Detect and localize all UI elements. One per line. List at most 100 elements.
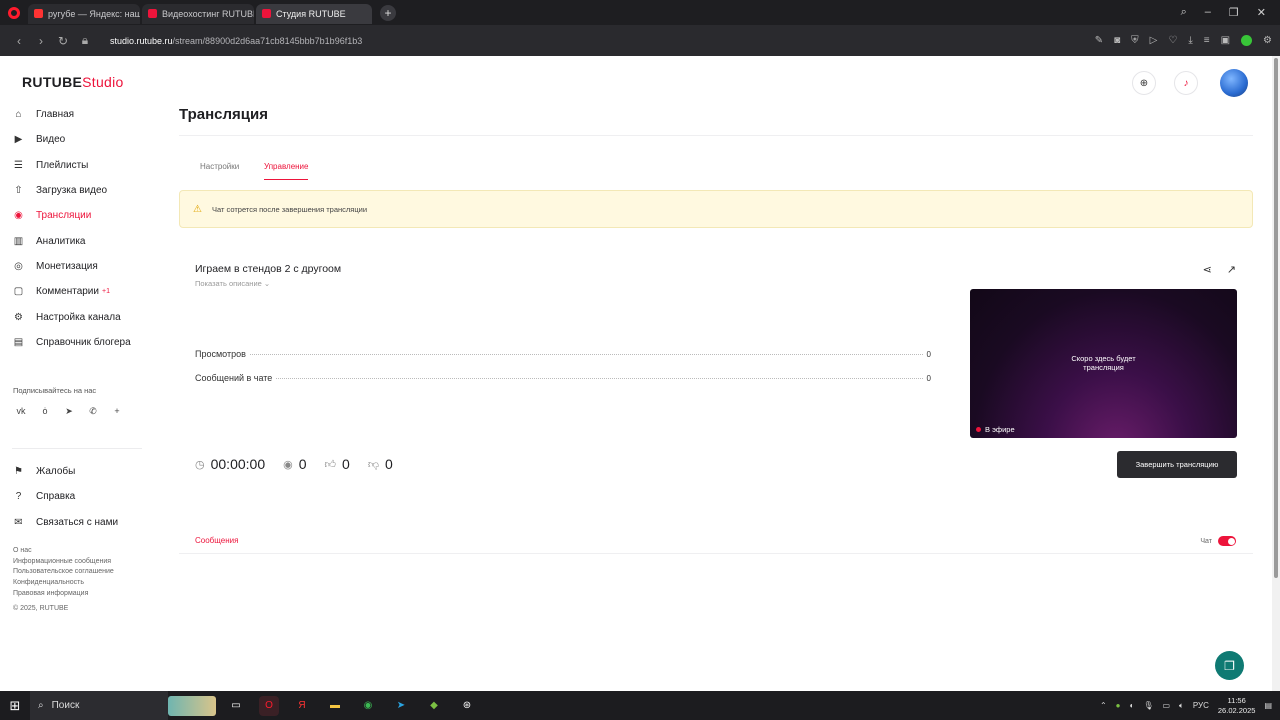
preview-text-line1: Скоро здесь будет [1071,354,1136,363]
search-tabs-icon[interactable]: ⌕ [1181,6,1187,19]
reload-icon[interactable]: ↻ [52,34,74,48]
maximize-icon[interactable]: ❐ [1229,6,1239,19]
settings-icon[interactable]: ⚙ [1263,35,1272,46]
sidebar-item-complaints[interactable]: ⚑ Жалобы [12,459,148,484]
broadcast-icon: ◉ [14,210,23,222]
sidebar-item-broadcasts[interactable]: ◉ Трансляции [12,203,148,228]
tab-management[interactable]: Управление [264,162,309,180]
stream-preview[interactable]: Скоро здесь будет трансляция В эфире [970,289,1237,438]
opera-logo-icon[interactable] [0,0,28,25]
viewers-counter: ◉ 0 [283,456,306,472]
chat-toggle[interactable] [1218,536,1236,546]
video-icon: ▶ [14,134,23,146]
chrome-icon[interactable]: ◉ [358,696,378,716]
footer-link-legal[interactable]: Правовая информация [13,589,114,600]
windows-start-icon[interactable]: ⊞ [0,691,30,720]
footer-link-privacy[interactable]: Конфиденциальность [13,578,114,589]
tab-settings[interactable]: Настройки [200,162,239,171]
play-icon[interactable]: ▷ [1150,35,1158,46]
sidebar-item-monetization[interactable]: ◎ Монетизация [12,254,148,279]
footer-link-about[interactable]: О нас [13,546,114,557]
ok-icon[interactable]: ȯ [40,406,50,416]
search-highlight-image[interactable] [168,695,216,716]
chevron-up-icon[interactable]: ⌃ [1100,701,1107,710]
new-tab-button[interactable]: + [380,4,396,21]
file-explorer-icon[interactable]: ▬ [325,696,345,716]
telegram-taskbar-icon[interactable]: ➤ [391,696,411,716]
sidebar-secondary-nav: ⚑ Жалобы ? Справка ✉ Связаться с нами [12,459,148,535]
shield-icon[interactable]: ⛨ [1131,35,1139,46]
forward-icon[interactable]: › [30,34,52,48]
heart-icon[interactable]: ♡ [1168,35,1177,46]
browser-tabbar: ругубе — Яндекс: нашлось Видеохостинг RU… [0,0,1280,25]
share-icon[interactable]: ⋖ [1203,263,1212,276]
sidebar-item-home[interactable]: ⌂ Главная [12,102,148,127]
yandex-browser-icon[interactable]: Я [292,696,312,716]
browser-tab-rutube[interactable]: Видеохостинг RUTUBE. С [142,3,254,24]
taskbar-search[interactable]: ⌕ Поиск [30,691,168,720]
viber-icon[interactable]: ✆ [88,406,98,416]
download-icon[interactable]: ⤓ [1188,35,1192,46]
scrollbar-thumb[interactable] [1274,58,1278,578]
show-description-toggle[interactable]: Показать описание ⌄ [195,279,270,288]
minimize-icon[interactable]: – [1205,6,1211,19]
tab-label: Студия RUTUBE [276,8,346,19]
lock-icon[interactable]: 🔒︎ [74,33,96,48]
end-stream-button[interactable]: Завершить трансляцию [1117,451,1237,478]
url-field[interactable]: studio.rutube.ru/stream/88900d2d6aa71cb8… [110,36,362,46]
close-icon[interactable]: ✕ [1257,6,1266,19]
title-divider [179,135,1253,136]
menu-icon[interactable]: ≡ [1204,35,1210,46]
external-link-icon[interactable]: ↗ [1227,263,1236,276]
edit-icon[interactable]: ✎ [1095,35,1103,46]
stat-chat-messages: Сообщений в чате 0 [195,373,931,383]
clock-time: 11:56 [1227,695,1246,705]
network-icon[interactable]: ▭ [1162,701,1170,710]
sidebar-item-playlists[interactable]: ☰ Плейлисты [12,153,148,178]
footer-link-agreement[interactable]: Пользовательское соглашение [13,567,114,578]
vk-icon[interactable]: vk [16,406,26,416]
page-scrollbar[interactable] [1272,56,1280,691]
dislikes-counter: 👎︎ 0 [368,456,393,472]
telegram-icon[interactable]: ➤ [64,406,74,416]
sidebar-item-label: Справка [36,491,76,503]
tray-app-icon[interactable]: ● [1116,701,1121,710]
sidebar-item-comments[interactable]: ▢ Комментарии +1 [12,279,148,304]
bluestacks-icon[interactable]: ◆ [424,696,444,716]
footer-link-info[interactable]: Информационные сообщения [13,557,114,568]
chat-warning-alert: ⚠ Чат сотрется после завершения трансляц… [179,190,1253,228]
sidebar-item-channel-settings[interactable]: ⚙ Настройка канала [12,304,148,329]
rutube-studio-logo[interactable]: RUTUBEStudio [22,74,124,90]
sidebar-item-blogger-guide[interactable]: ▤ Справочник блогера [12,330,148,355]
tab-messages[interactable]: Сообщения [195,536,238,545]
sidebar-item-help[interactable]: ? Справка [12,484,148,509]
support-chat-button[interactable]: ❐ [1215,651,1244,680]
camera-icon[interactable]: ◙ [1114,35,1120,46]
sidebar-item-label: Настройка канала [36,311,121,323]
wallet-icon[interactable]: ▣ [1221,35,1230,46]
thumbs-up-icon: 👍︎ [324,458,337,471]
sidebar-item-contact[interactable]: ✉ Связаться с нами [12,510,148,535]
sidebar-item-upload[interactable]: ⇧ Загрузка видео [12,178,148,203]
sidebar-nav: ⌂ Главная ▶ Видео ☰ Плейлисты ⇧ Загрузка вид… [12,102,148,355]
sidebar-item-video[interactable]: ▶ Видео [12,127,148,152]
task-view-icon[interactable]: ▭ [226,696,246,716]
opera-taskbar-icon[interactable]: O [259,695,279,716]
back-icon[interactable]: ‹ [8,34,30,48]
stat-label: Просмотров [195,349,246,359]
browser-tab-studio[interactable]: Студия RUTUBE [256,3,372,24]
volume-icon[interactable]: 🔈︎ [1179,701,1184,711]
vpn-icon[interactable] [1241,35,1253,46]
obs-icon[interactable]: ⊛ [457,696,477,716]
likes-counter: 👍︎ 0 [325,456,350,472]
tab-label: ругубе — Яндекс: нашлось [48,8,140,19]
language-indicator[interactable]: РУС [1193,701,1209,710]
microphone-icon[interactable]: 🎙︎ [1143,701,1153,710]
browser-tab-yandex[interactable]: ругубе — Яндекс: нашлось [28,3,140,24]
notifications-icon[interactable]: ▤ [1264,701,1272,710]
more-icon[interactable]: + [112,406,122,416]
live-label: В эфире [985,425,1015,434]
tray-extra-icon[interactable]: ◐ [1129,701,1134,710]
sidebar-item-analytics[interactable]: ▥ Аналитика [12,228,148,253]
taskbar-clock[interactable]: 11:56 26.02.2025 [1218,696,1256,716]
